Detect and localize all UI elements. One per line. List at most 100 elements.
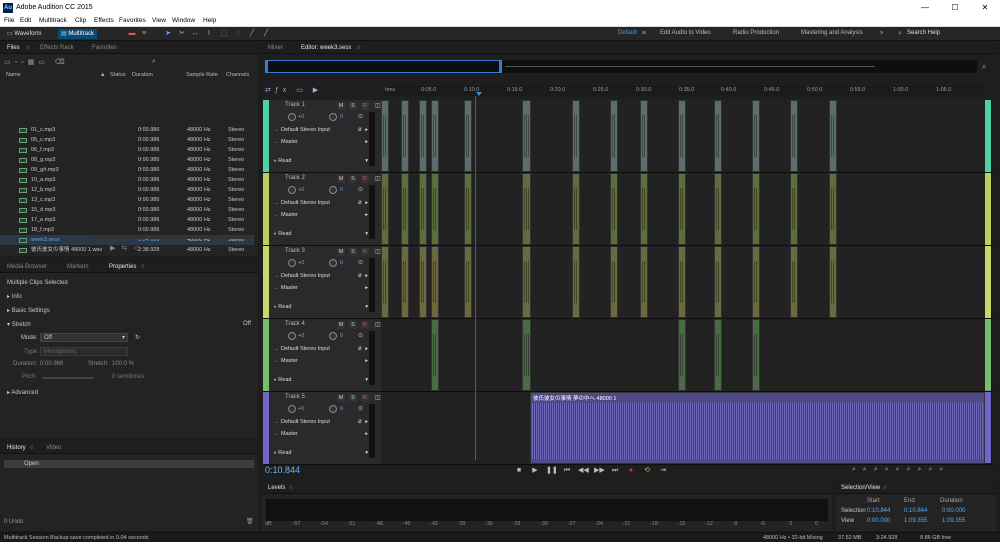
audio-clip[interactable] <box>572 100 580 172</box>
audio-clip[interactable] <box>610 173 618 245</box>
audio-clip[interactable] <box>572 173 580 245</box>
audio-clip[interactable] <box>829 100 837 172</box>
record-arm-button[interactable]: R <box>361 321 369 329</box>
audio-clip[interactable] <box>790 100 798 172</box>
record-arm-button[interactable]: R <box>361 102 369 110</box>
selection-start[interactable]: 0:10.844 <box>867 508 890 514</box>
output-select[interactable]: ← Master ▸ <box>274 138 368 147</box>
output-select[interactable]: ← Master ▸ <box>274 211 368 220</box>
pan-value[interactable]: 0 <box>340 333 343 339</box>
pan-value[interactable]: 0 <box>340 187 343 193</box>
track-lane[interactable] <box>381 319 985 391</box>
audio-clip[interactable] <box>752 100 760 172</box>
tab-menu-icon[interactable]: ≡ <box>289 485 293 491</box>
mute-button[interactable]: M <box>337 321 345 329</box>
file-row[interactable]: 05_c.mp3 0:00.986 48000 Hz Stereo <box>0 135 254 145</box>
tab-video[interactable]: Video <box>46 445 61 451</box>
maximize-button[interactable]: ☐ <box>940 0 970 16</box>
pitch-slider[interactable] <box>42 377 94 379</box>
volume-value[interactable]: +0 <box>298 260 304 266</box>
solo-button[interactable]: S <box>349 394 357 402</box>
record-arm-button[interactable]: R <box>361 394 369 402</box>
time-selection-icon[interactable]: I <box>205 30 213 38</box>
menu-window[interactable]: Window <box>172 17 195 24</box>
pan-knob[interactable] <box>329 405 337 413</box>
file-row[interactable]: 06_f.mp3 0:00.986 48000 Hz Stereo <box>0 145 254 155</box>
menu-clip[interactable]: Clip <box>75 17 86 24</box>
automation-select[interactable]: ▸ Read ▾ <box>274 230 368 239</box>
audio-clip[interactable] <box>752 246 760 318</box>
audio-clip[interactable] <box>610 100 618 172</box>
output-select[interactable]: ← Master ▸ <box>274 357 368 366</box>
volume-value[interactable]: +0 <box>298 333 304 339</box>
audio-clip[interactable] <box>640 100 648 172</box>
audio-clip[interactable] <box>381 100 389 172</box>
track-lane[interactable] <box>381 100 985 172</box>
stereo-icon[interactable]: ⊙ <box>358 113 363 120</box>
audio-clip[interactable] <box>640 246 648 318</box>
volume-value[interactable]: +0 <box>298 114 304 120</box>
audio-clip[interactable] <box>714 246 722 318</box>
audio-clip[interactable] <box>522 246 531 318</box>
move-tool-icon[interactable]: ➤ <box>164 30 172 38</box>
track-name[interactable]: Track 2 <box>285 175 305 181</box>
audio-clip[interactable] <box>431 100 439 172</box>
tab-menu-icon[interactable]: ≡ <box>141 264 145 270</box>
solo-button[interactable]: S <box>349 321 357 329</box>
audio-clip[interactable] <box>829 173 837 245</box>
fx-icon[interactable]: ø <box>358 127 362 133</box>
menu-favorites[interactable]: Favorites <box>119 17 146 24</box>
files-toolbar-icons[interactable]: ▭▫▫▦▭ ⌫ <box>4 58 69 66</box>
view-start[interactable]: 0:00.000 <box>867 518 890 524</box>
output-select[interactable]: ← Master ▸ <box>274 284 368 293</box>
more-workspaces-icon[interactable]: » <box>880 30 883 36</box>
stereo-icon[interactable]: ⊙ <box>358 405 363 412</box>
workspace-mastering[interactable]: Mastering and Analysis <box>801 30 863 36</box>
fx-icon[interactable]: ø <box>358 419 362 425</box>
spectral-frequency-icon[interactable]: ▬ <box>128 30 136 38</box>
audio-clip[interactable] <box>419 100 427 172</box>
pan-knob[interactable] <box>329 332 337 340</box>
track-name[interactable]: Track 4 <box>285 321 305 327</box>
pan-value[interactable]: 0 <box>340 260 343 266</box>
workspace-edit-audio-to-video[interactable]: Edit Audio to Video <box>660 30 711 36</box>
audio-clip[interactable] <box>714 319 722 391</box>
audio-clip[interactable] <box>464 246 472 318</box>
lasso-icon[interactable]: ◌ <box>234 30 242 38</box>
audio-clip[interactable] <box>522 173 531 245</box>
playhead-marker-icon[interactable] <box>476 92 482 96</box>
tab-menu-icon[interactable]: ≡ <box>883 485 887 491</box>
menu-file[interactable]: File <box>4 17 14 24</box>
header-status[interactable]: Status <box>110 72 126 78</box>
tab-media-browser[interactable]: Media Browser <box>7 264 47 270</box>
overview-bar[interactable] <box>265 60 977 73</box>
audio-clip[interactable] <box>431 246 439 318</box>
audio-clip[interactable] <box>431 173 439 245</box>
slip-tool-icon[interactable]: ↔ <box>191 30 199 38</box>
spectral-pitch-icon[interactable]: ≡ <box>140 30 148 38</box>
pan-value[interactable]: 0 <box>340 114 343 120</box>
tab-menu-icon[interactable]: ≡ <box>357 45 361 51</box>
monitor-icon[interactable]: ◫ <box>375 248 381 255</box>
mode-select[interactable]: Off ▾ <box>40 333 128 342</box>
volume-knob[interactable] <box>288 113 296 121</box>
audio-clip[interactable] <box>419 173 427 245</box>
automation-select[interactable]: ▸ Read ▾ <box>274 303 368 312</box>
audio-clip[interactable] <box>401 173 409 245</box>
selection-duration[interactable]: 0:00.000 <box>942 508 965 514</box>
tab-properties[interactable]: Properties <box>109 264 136 270</box>
audio-clip[interactable] <box>678 100 686 172</box>
go-to-end-icon[interactable]: ⏭ <box>610 466 620 476</box>
fast-forward-icon[interactable]: ▶▶ <box>594 466 605 476</box>
rewind-icon[interactable]: ◀◀ <box>578 466 589 476</box>
track-header[interactable]: Track 4 M S R ◫ +0 0 ⊙ → Default Stereo Input ▸ ø ←… <box>263 319 381 391</box>
view-duration[interactable]: 1:09.355 <box>942 518 965 524</box>
header-duration[interactable]: Duration <box>132 72 153 78</box>
time-ruler[interactable]: hms 0:05.0 0:10.0 0:15.0 0:20.0 0:25.0 0:30.0 0… <box>383 86 985 96</box>
audio-clip[interactable] <box>431 319 439 391</box>
audio-clip[interactable] <box>419 246 427 318</box>
audio-clip[interactable] <box>678 319 686 391</box>
monitor-icon[interactable]: ◫ <box>375 321 381 328</box>
audio-clip[interactable] <box>829 246 837 318</box>
volume-value[interactable]: +0 <box>298 406 304 412</box>
